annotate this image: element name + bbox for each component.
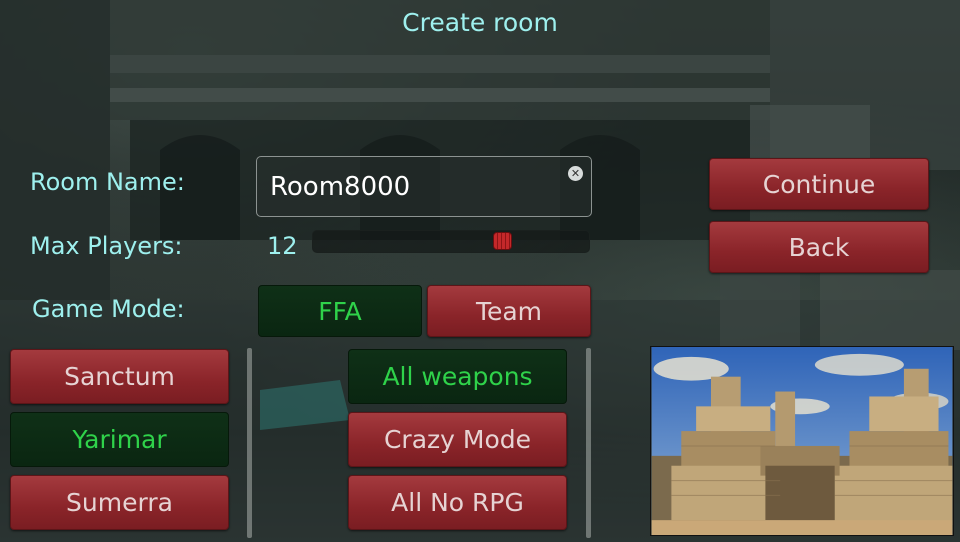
room-name-label: Room Name: bbox=[30, 168, 185, 196]
max-players-slider[interactable] bbox=[312, 230, 590, 253]
map-item-yarimar[interactable]: Yarimar bbox=[10, 412, 229, 467]
max-players-value: 12 bbox=[267, 232, 298, 260]
game-mode-ffa-button[interactable]: FFA bbox=[258, 285, 422, 337]
mode-list-scrollbar[interactable] bbox=[586, 348, 591, 538]
clear-x-icon[interactable]: ✕ bbox=[568, 166, 583, 181]
map-preview-image bbox=[650, 346, 954, 536]
mode-item-all-no-rpg[interactable]: All No RPG bbox=[348, 475, 567, 530]
room-name-value: Room8000 bbox=[270, 171, 411, 202]
map-item-sumerra[interactable]: Sumerra bbox=[10, 475, 229, 530]
mode-item-crazy-mode[interactable]: Crazy Mode bbox=[348, 412, 567, 467]
max-players-label: Max Players: bbox=[30, 232, 183, 260]
room-name-input[interactable]: Room8000 bbox=[256, 156, 592, 217]
map-list-scrollbar[interactable] bbox=[247, 348, 252, 538]
map-item-sanctum[interactable]: Sanctum bbox=[10, 349, 229, 404]
back-button[interactable]: Back bbox=[709, 221, 929, 273]
page-title: Create room bbox=[402, 8, 558, 37]
slider-handle[interactable] bbox=[493, 232, 513, 250]
game-mode-label: Game Mode: bbox=[32, 295, 185, 323]
game-mode-team-button[interactable]: Team bbox=[427, 285, 591, 337]
continue-button[interactable]: Continue bbox=[709, 158, 929, 210]
mode-item-all-weapons[interactable]: All weapons bbox=[348, 349, 567, 404]
